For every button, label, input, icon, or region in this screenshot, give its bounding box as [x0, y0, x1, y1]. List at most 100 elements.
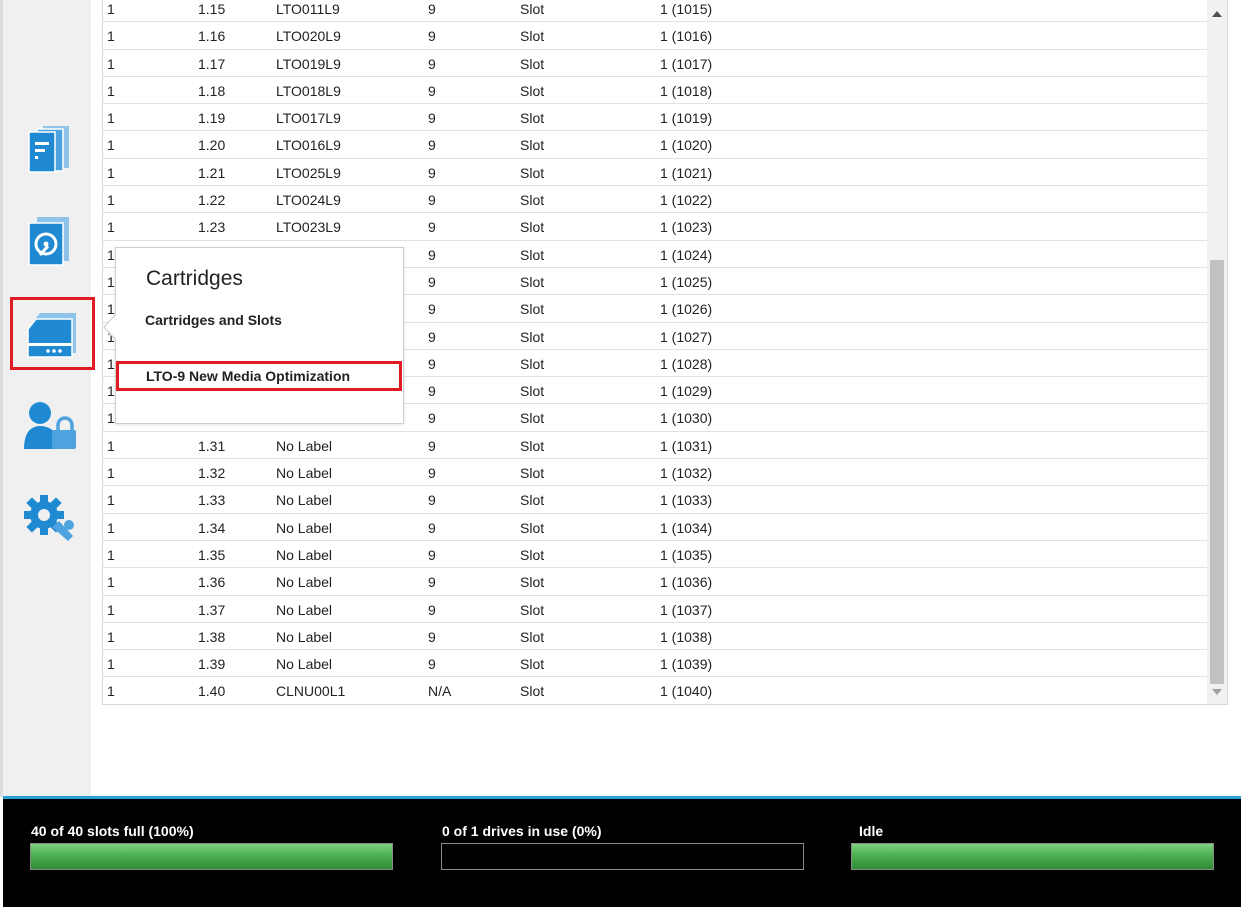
row-generation: 9 [428, 137, 436, 154]
row-module: 1 [107, 574, 115, 591]
scroll-down-arrow-icon[interactable] [1212, 689, 1222, 695]
table-row[interactable]: 1 1.21 LTO025L9 9 Slot 1 (1021) [103, 159, 1207, 187]
vertical-scrollbar[interactable] [1207, 0, 1227, 704]
menu-item-lto9-new-media-optimization[interactable]: LTO-9 New Media Optimization [116, 361, 402, 391]
row-element: 1 (1031) [660, 437, 713, 454]
row-location: Slot [520, 546, 545, 563]
table-row[interactable]: 1 1.31 No Label 9 Slot 1 (1031) [103, 432, 1207, 460]
activity-progress-bar [851, 843, 1214, 870]
table-row[interactable]: 1 1.20 LTO016L9 9 Slot 1 (1020) [103, 131, 1207, 159]
activity-status-label: Idle [859, 823, 884, 839]
row-barcode: No Label [276, 519, 333, 536]
nav-configuration-button[interactable] [11, 488, 87, 548]
row-barcode: No Label [276, 601, 333, 618]
row-element: 1 (1025) [660, 273, 713, 290]
row-location: Slot [520, 192, 545, 209]
row-location: Slot [520, 492, 545, 509]
row-element: 1 (1040) [660, 683, 713, 700]
popup-pointer-inner [105, 314, 117, 340]
row-module: 1 [107, 437, 115, 454]
row-element: 1 (1023) [660, 219, 713, 236]
table-row[interactable]: 1 1.15 LTO011L9 9 Slot 1 (1015) [103, 0, 1207, 23]
row-barcode: CLNU00L1 [276, 683, 346, 700]
row-generation: 9 [428, 1, 436, 17]
row-generation: 9 [428, 273, 436, 290]
row-location: Slot [520, 437, 545, 454]
table-row[interactable]: 1 1.36 No Label 9 Slot 1 (1036) [103, 568, 1207, 596]
row-location: Slot [520, 246, 545, 263]
slots-status-label: 40 of 40 slots full (100%) [31, 823, 194, 839]
row-barcode: No Label [276, 656, 333, 673]
table-row[interactable]: 1 1.34 No Label 9 Slot 1 (1034) [103, 514, 1207, 541]
table-row[interactable]: 1 1.22 LTO024L9 9 Slot 1 (1022) [103, 186, 1207, 214]
row-module: 1 [107, 82, 115, 99]
table-row[interactable]: 1 1.23 LTO023L9 9 Slot 1 (1023) [103, 213, 1207, 241]
row-element: 1 (1035) [660, 546, 713, 563]
row-location: Slot [520, 28, 545, 45]
row-element: 1 (1029) [660, 383, 713, 400]
row-module: 1 [107, 28, 115, 45]
row-slot-id: 1.19 [198, 110, 226, 127]
table-row[interactable]: 1 1.35 No Label 9 Slot 1 (1035) [103, 541, 1207, 569]
row-slot-id: 1.33 [198, 492, 226, 509]
nav-cartridges-button[interactable] [10, 297, 95, 370]
menu-item-cartridges-and-slots[interactable]: Cartridges and Slots [145, 312, 282, 328]
table-row[interactable]: 1 1.38 No Label 9 Slot 1 (1038) [103, 623, 1207, 651]
table-row[interactable]: 1 1.16 LTO020L9 9 Slot 1 (1016) [103, 22, 1207, 50]
nav-users-button[interactable] [11, 395, 87, 455]
nav-drives-button[interactable] [11, 210, 87, 270]
slots-progress-bar [30, 843, 393, 870]
row-generation: 9 [428, 628, 436, 645]
row-location: Slot [520, 683, 545, 700]
row-barcode: LTO025L9 [276, 164, 341, 181]
row-module: 1 [107, 410, 115, 427]
row-generation: 9 [428, 55, 436, 72]
row-barcode: No Label [276, 465, 333, 482]
row-generation: 9 [428, 601, 436, 618]
row-location: Slot [520, 628, 545, 645]
row-element: 1 (1018) [660, 82, 713, 99]
table-row[interactable]: 1 1.37 No Label 9 Slot 1 (1037) [103, 596, 1207, 623]
row-location: Slot [520, 164, 545, 181]
row-module: 1 [107, 137, 115, 154]
row-module: 1 [107, 55, 115, 72]
row-element: 1 (1038) [660, 628, 713, 645]
row-element: 1 (1017) [660, 55, 713, 72]
table-row[interactable]: 1 1.39 No Label 9 Slot 1 (1039) [103, 650, 1207, 678]
row-location: Slot [520, 273, 545, 290]
row-barcode: No Label [276, 492, 333, 509]
nav-library-button[interactable] [11, 118, 87, 178]
row-element: 1 (1024) [660, 246, 713, 263]
row-generation: 9 [428, 355, 436, 372]
row-element: 1 (1015) [660, 1, 713, 17]
row-barcode: LTO011L9 [276, 1, 340, 17]
row-element: 1 (1032) [660, 465, 713, 482]
table-row[interactable]: 1 1.33 No Label 9 Slot 1 (1033) [103, 486, 1207, 514]
flyout-title: Cartridges [146, 267, 243, 290]
row-slot-id: 1.18 [198, 82, 226, 99]
slots-progress-fill [31, 844, 392, 869]
row-module: 1 [107, 492, 115, 509]
row-module: 1 [107, 1, 115, 17]
table-row[interactable]: 1 1.19 LTO017L9 9 Slot 1 (1019) [103, 104, 1207, 132]
table-row[interactable]: 1 1.18 LTO018L9 9 Slot 1 (1018) [103, 77, 1207, 105]
row-element: 1 (1033) [660, 492, 713, 509]
row-slot-id: 1.38 [198, 628, 226, 645]
row-slot-id: 1.22 [198, 192, 226, 209]
scrollbar-thumb[interactable] [1210, 260, 1224, 684]
row-slot-id: 1.35 [198, 546, 226, 563]
row-element: 1 (1019) [660, 110, 713, 127]
row-barcode: LTO023L9 [276, 219, 341, 236]
row-module: 1 [107, 192, 115, 209]
user-lock-icon [24, 402, 76, 449]
row-element: 1 (1036) [660, 574, 713, 591]
row-slot-id: 1.20 [198, 137, 226, 154]
table-row[interactable]: 1 1.17 LTO019L9 9 Slot 1 (1017) [103, 50, 1207, 77]
row-barcode: LTO017L9 [276, 110, 341, 127]
row-element: 1 (1020) [660, 137, 713, 154]
table-row[interactable]: 1 1.32 No Label 9 Slot 1 (1032) [103, 459, 1207, 487]
row-element: 1 (1030) [660, 410, 713, 427]
table-row[interactable]: 1 1.40 CLNU00L1 N/A Slot 1 (1040) [103, 677, 1207, 704]
scroll-up-arrow-icon[interactable] [1212, 11, 1222, 17]
row-slot-id: 1.31 [198, 437, 226, 454]
